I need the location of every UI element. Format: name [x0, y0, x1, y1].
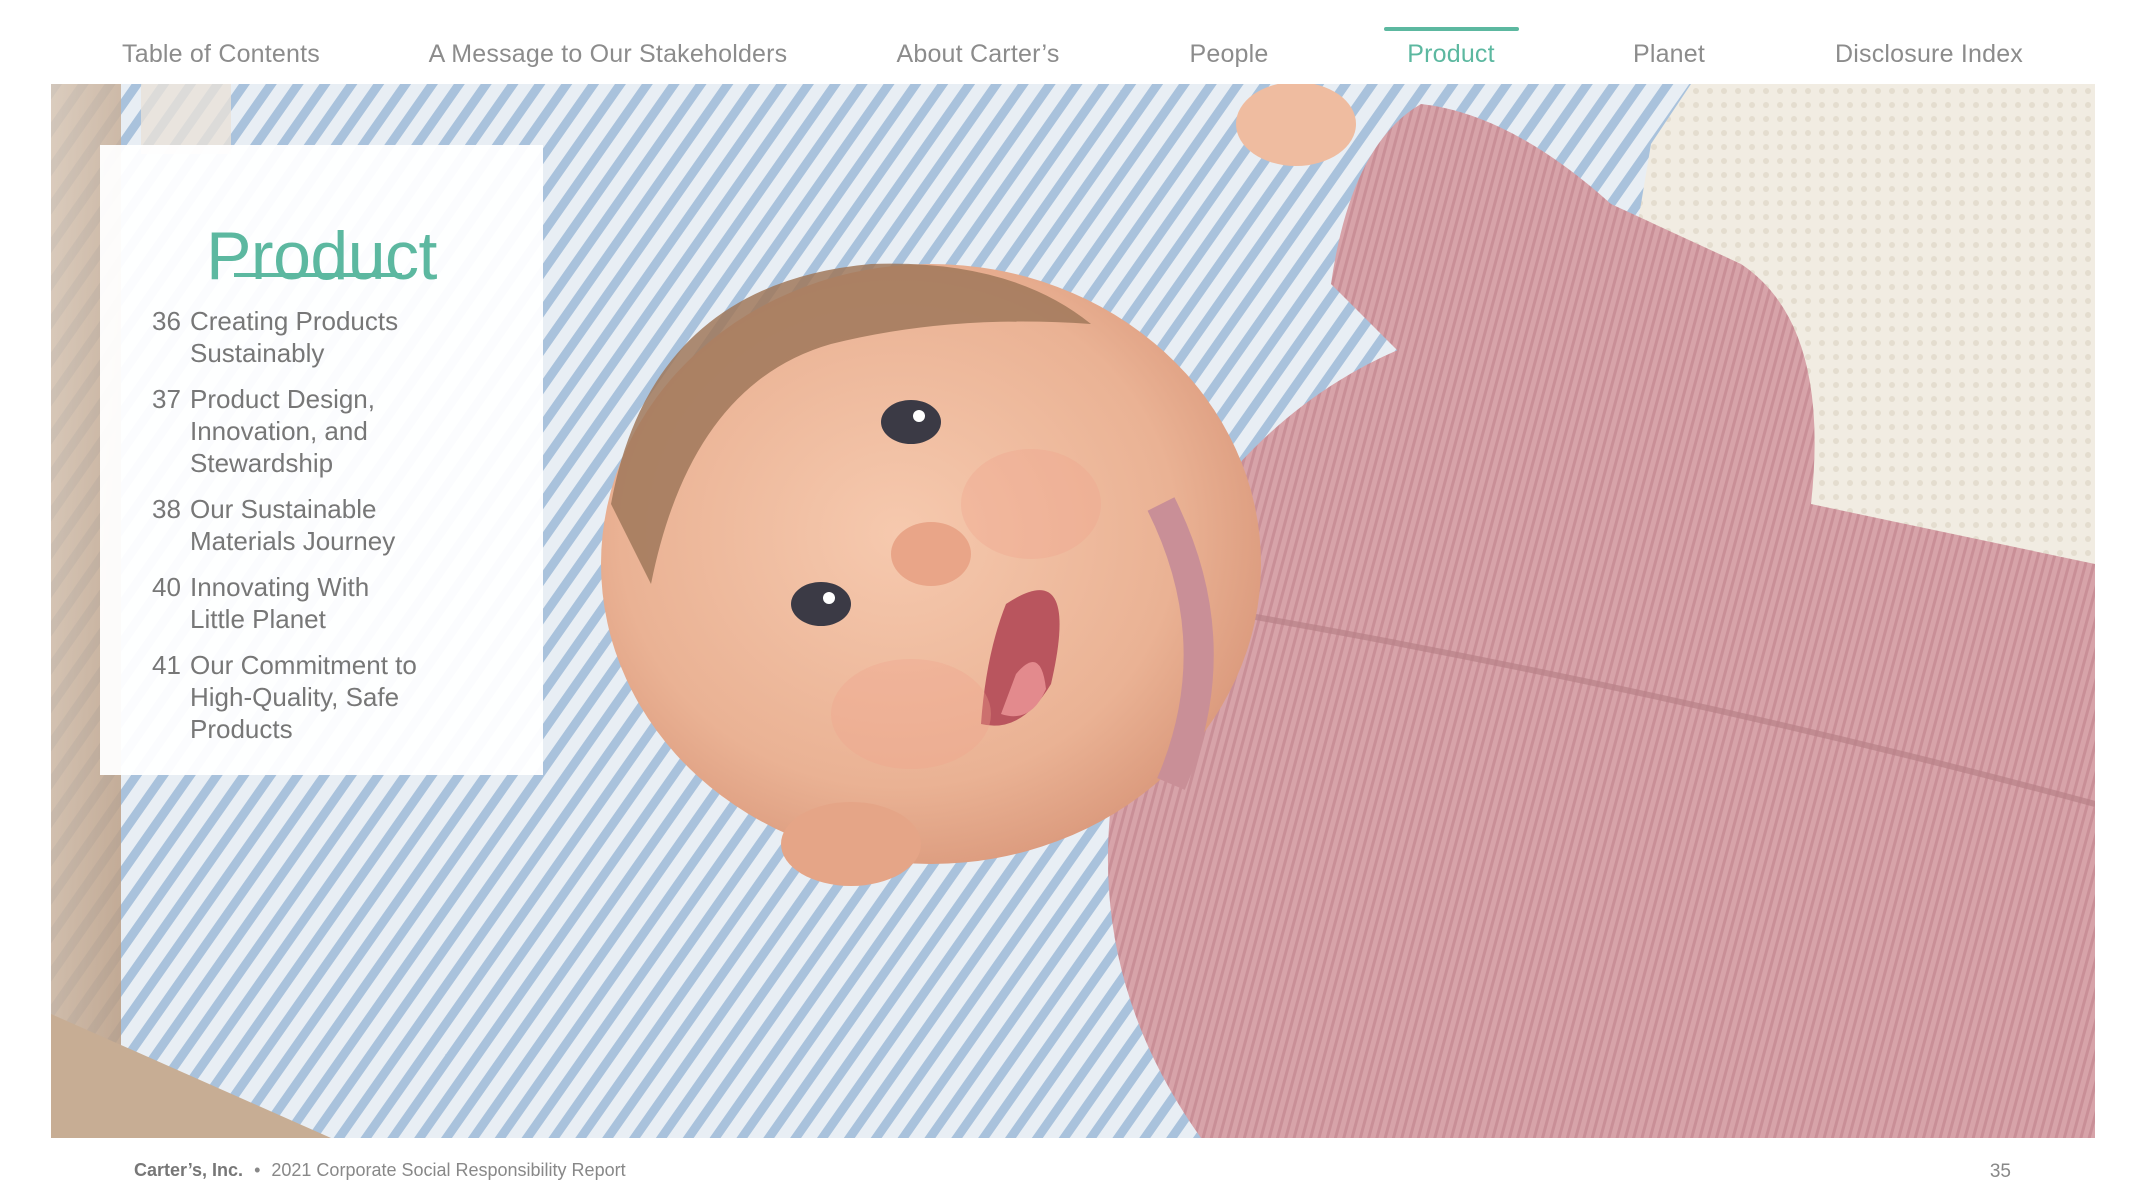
toc-item-creating-products[interactable]: 36 Creating Products Sustainably: [152, 305, 532, 369]
section-title: Product: [206, 217, 437, 294]
toc-item-label: Creating Products Sustainably: [190, 306, 399, 368]
nav-product[interactable]: Product: [1407, 40, 1495, 69]
footer-separator: •: [254, 1160, 261, 1180]
company-name: Carter’s, Inc.: [134, 1160, 244, 1180]
page-number: 35: [1989, 1161, 2011, 1182]
nav-planet[interactable]: Planet: [1633, 40, 1705, 69]
title-underline: [234, 273, 402, 277]
section-contents-card: Product 36 Creating Products Sustainably…: [100, 145, 543, 775]
nav-table-of-contents[interactable]: Table of Contents: [122, 40, 320, 69]
nav-disclosure-index[interactable]: Disclosure Index: [1835, 40, 2023, 69]
toc-item-label: Our Sustainable Materials Journey: [190, 494, 396, 556]
top-navigation: Table of Contents A Message to Our Stake…: [0, 0, 2133, 84]
toc-page-number: 38: [152, 494, 181, 524]
toc-item-little-planet[interactable]: 40 Innovating With Little Planet: [152, 571, 532, 635]
section-toc-list: 36 Creating Products Sustainably 37 Prod…: [152, 305, 532, 759]
toc-page-number: 37: [152, 384, 181, 414]
toc-item-sustainable-materials[interactable]: 38 Our Sustainable Materials Journey: [152, 493, 532, 557]
toc-item-label: Innovating With Little Planet: [190, 572, 370, 634]
active-tab-indicator: [1384, 27, 1519, 31]
nav-message-to-stakeholders[interactable]: A Message to Our Stakeholders: [429, 40, 788, 69]
page-footer: Carter’s, Inc. • 2021 Corporate Social R…: [134, 1160, 626, 1181]
report-title: 2021 Corporate Social Responsibility Rep…: [271, 1160, 626, 1180]
toc-item-label: Product Design, Innovation, and Stewards…: [190, 384, 375, 478]
toc-item-label: Our Commitment to High-Quality, Safe Pro…: [190, 650, 417, 744]
toc-page-number: 41: [152, 650, 181, 680]
toc-item-safe-products[interactable]: 41 Our Commitment to High-Quality, Safe …: [152, 649, 532, 745]
nav-about-carters[interactable]: About Carter’s: [896, 40, 1059, 69]
nav-people[interactable]: People: [1189, 40, 1268, 69]
toc-item-product-design[interactable]: 37 Product Design, Innovation, and Stewa…: [152, 383, 532, 479]
toc-page-number: 36: [152, 306, 181, 336]
toc-page-number: 40: [152, 572, 181, 602]
